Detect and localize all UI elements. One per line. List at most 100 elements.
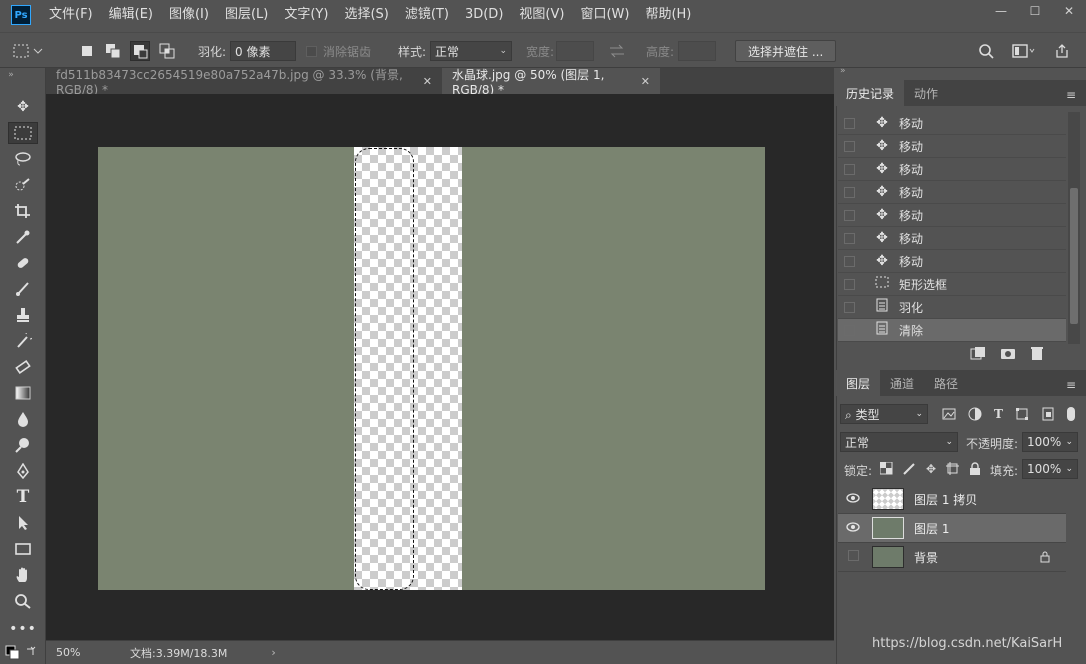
more-tools-icon[interactable]: ••• (8, 618, 38, 640)
lasso-tool-icon[interactable] (8, 148, 38, 170)
color-swatches-icon[interactable] (4, 642, 42, 664)
status-menu-arrow-icon[interactable]: › (271, 646, 275, 659)
add-to-selection-icon[interactable] (104, 42, 122, 60)
tool-preset-picker[interactable] (12, 33, 46, 69)
menu-select[interactable]: 选择(S) (336, 0, 396, 30)
filter-toggle-switch[interactable] (1066, 407, 1075, 421)
rectangle-tool-icon[interactable] (8, 538, 38, 560)
tab-actions[interactable]: 动作 (904, 80, 948, 106)
search-icon[interactable] (978, 43, 994, 59)
new-document-from-state-icon[interactable] (970, 346, 986, 360)
visibility-eye-icon[interactable] (844, 521, 862, 535)
menu-image[interactable]: 图像(I) (161, 0, 217, 30)
close-tab-icon[interactable]: ✕ (423, 75, 432, 88)
pen-tool-icon[interactable] (8, 460, 38, 482)
snapshot-camera-icon[interactable] (1000, 346, 1016, 360)
quick-selection-tool-icon[interactable] (8, 174, 38, 196)
healing-brush-tool-icon[interactable] (8, 252, 38, 274)
new-selection-icon[interactable] (78, 42, 96, 60)
maximize-button[interactable]: ☐ (1018, 0, 1052, 22)
collapse-toolbar-icon[interactable]: » (4, 70, 18, 80)
layer-filter-select[interactable]: ⌕ 类型 ⌄ (840, 404, 928, 424)
layer-row[interactable]: 图层 1 拷贝 (838, 485, 1066, 514)
history-source-checkbox[interactable] (844, 140, 855, 152)
tab-history[interactable]: 历史记录 (836, 80, 905, 106)
zoom-tool-icon[interactable] (8, 590, 38, 612)
history-item[interactable]: ✥ 移动 (838, 135, 1066, 158)
visibility-eye-icon[interactable] (844, 492, 862, 506)
history-item[interactable]: ✥ 移动 (838, 250, 1066, 273)
filter-pixel-icon[interactable] (942, 407, 956, 421)
collapse-dock-icon[interactable]: » (840, 66, 846, 76)
clone-stamp-tool-icon[interactable] (8, 304, 38, 326)
history-source-checkbox[interactable] (844, 278, 855, 290)
fill-input[interactable]: 100% ⌄ (1022, 459, 1078, 479)
close-window-button[interactable]: ✕ (1052, 0, 1086, 22)
dodge-tool-icon[interactable] (8, 434, 38, 456)
layer-row[interactable]: 图层 1 (838, 514, 1066, 543)
marquee-selection[interactable] (355, 148, 414, 590)
history-item[interactable]: ✥ 移动 (838, 227, 1066, 250)
history-item[interactable]: ✥ 移动 (838, 181, 1066, 204)
menu-file[interactable]: 文件(F) (41, 0, 101, 30)
tab-document-1[interactable]: fd511b83473cc2654519e80a752a47b.jpg @ 33… (46, 68, 442, 97)
menu-3d[interactable]: 3D(D) (457, 0, 511, 30)
tab-paths[interactable]: 路径 (924, 370, 968, 396)
menu-filter[interactable]: 滤镜(T) (397, 0, 457, 30)
menu-layer[interactable]: 图层(L) (217, 0, 276, 30)
panel-menu-icon[interactable]: ≡ (1066, 378, 1076, 392)
panel-menu-icon[interactable]: ≡ (1066, 88, 1076, 102)
blend-mode-select[interactable]: 正常 ⌄ (840, 432, 958, 452)
opacity-input[interactable]: 100% ⌄ (1022, 432, 1078, 452)
menu-help[interactable]: 帮助(H) (637, 0, 699, 30)
lock-transparent-pixels-icon[interactable] (880, 462, 893, 475)
tab-channels[interactable]: 通道 (880, 370, 924, 396)
feather-input[interactable]: 0 像素 (230, 41, 296, 61)
share-icon[interactable] (1054, 43, 1070, 59)
hand-tool-icon[interactable] (8, 564, 38, 586)
menu-view[interactable]: 视图(V) (511, 0, 572, 30)
crop-tool-icon[interactable] (8, 200, 38, 222)
gradient-tool-icon[interactable] (8, 382, 38, 404)
eyedropper-tool-icon[interactable] (8, 226, 38, 248)
history-source-checkbox[interactable] (844, 324, 855, 336)
history-item[interactable]: ✥ 移动 (838, 204, 1066, 227)
minimize-button[interactable]: — (984, 0, 1018, 22)
menu-edit[interactable]: 编辑(E) (101, 0, 161, 30)
history-item[interactable]: 矩形选框 (838, 273, 1066, 296)
filter-adjustment-icon[interactable] (968, 407, 982, 421)
lock-image-pixels-icon[interactable] (903, 462, 916, 475)
history-source-checkbox[interactable] (844, 186, 855, 198)
history-source-checkbox[interactable] (844, 163, 855, 175)
history-source-checkbox[interactable] (844, 232, 855, 244)
filter-type-icon[interactable]: T (994, 407, 1003, 421)
eraser-tool-icon[interactable] (8, 356, 38, 378)
history-source-checkbox[interactable] (844, 117, 855, 129)
intersect-selection-icon[interactable] (158, 42, 176, 60)
filter-shape-icon[interactable] (1015, 407, 1029, 421)
history-source-checkbox[interactable] (844, 255, 855, 267)
history-source-checkbox[interactable] (844, 209, 855, 221)
lock-all-icon[interactable] (969, 462, 981, 475)
antialias-checkbox[interactable]: 消除锯齿 (306, 33, 371, 69)
select-and-mask-button[interactable]: 选择并遮住 ... (735, 40, 837, 62)
menu-type[interactable]: 文字(Y) (276, 0, 336, 30)
rectangular-marquee-tool-icon[interactable] (8, 122, 38, 144)
filter-smart-object-icon[interactable] (1041, 407, 1055, 421)
close-tab-icon[interactable]: ✕ (641, 75, 650, 88)
subtract-from-selection-icon[interactable] (130, 41, 150, 61)
history-item[interactable]: 羽化 (838, 296, 1066, 319)
history-source-checkbox[interactable] (844, 301, 855, 313)
path-selection-tool-icon[interactable] (8, 512, 38, 534)
type-tool-icon[interactable]: T (8, 486, 38, 508)
workspace-icon[interactable] (1012, 43, 1036, 59)
history-item[interactable]: 清除 (838, 319, 1066, 342)
menu-window[interactable]: 窗口(W) (572, 0, 637, 30)
lock-artboard-icon[interactable] (946, 462, 960, 475)
zoom-level[interactable]: 50% (56, 646, 116, 659)
lock-position-icon[interactable]: ✥ (926, 462, 936, 476)
style-select[interactable]: 正常 ⌄ (430, 41, 512, 61)
history-brush-tool-icon[interactable] (8, 330, 38, 352)
tab-document-2[interactable]: 水晶球.jpg @ 50% (图层 1, RGB/8) * ✕ (442, 68, 660, 97)
history-item[interactable]: ✥ 移动 (838, 112, 1066, 135)
